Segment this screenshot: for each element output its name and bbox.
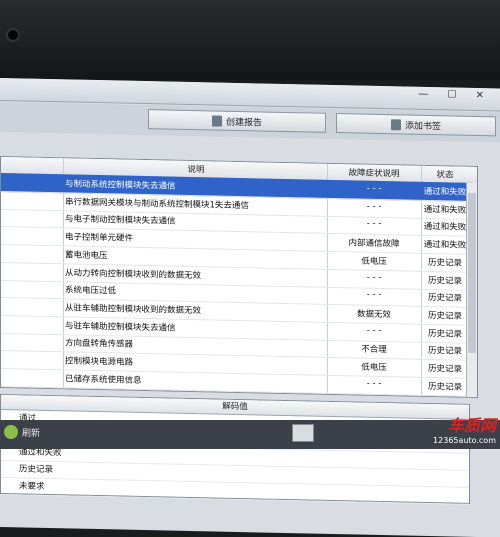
cell-status: 历史记录 <box>427 310 462 322</box>
cell-symptom: - - - <box>366 201 382 212</box>
col-status-header[interactable]: 状态 <box>421 168 469 181</box>
webcam <box>6 28 20 42</box>
cell-symptom: - - - <box>366 272 382 283</box>
cell-desc: 已储存系统使用信息 <box>65 374 142 386</box>
cell-symptom: - - - <box>366 183 382 194</box>
cell-status: 历史记录 <box>427 293 462 304</box>
watermark-url: 12365auto.com <box>433 436 496 445</box>
cell-status: 通过和失败 <box>423 222 467 234</box>
cell-symptom: - - - <box>366 289 382 301</box>
vertical-scrollbar[interactable] <box>466 182 477 397</box>
cell-symptom: 低电压 <box>361 256 387 267</box>
cell-status: 历史记录 <box>427 328 462 340</box>
cell-status: 历史记录 <box>427 381 462 393</box>
cell-status: 通过和失败 <box>423 204 467 216</box>
add-bookmark-button[interactable]: 添加书签 <box>336 113 496 137</box>
monitor-bezel <box>0 0 500 80</box>
cell-symptom: 不合理 <box>361 344 387 356</box>
window-controls[interactable]: — ☐ ✕ <box>418 89 492 102</box>
screen: — ☐ ✕ 创建报告 添加书签 说明 故障症状说明 状态 与制动系统控制模块失去… <box>0 78 500 537</box>
cell-symptom: 数据无效 <box>356 309 391 321</box>
bookmark-icon <box>390 118 401 130</box>
report-icon <box>211 114 222 127</box>
refresh-icon <box>4 425 18 439</box>
grid-icon[interactable] <box>292 424 314 442</box>
cell-status: 通过和失败 <box>423 186 467 198</box>
cell-symptom: 低电压 <box>361 362 387 374</box>
cell-status: 历史记录 <box>427 275 462 287</box>
cell-symptom: - - - <box>366 325 382 336</box>
scrollbar-thumb[interactable] <box>468 192 476 353</box>
add-bookmark-label: 添加书签 <box>404 120 441 132</box>
watermark-brand: 车质网 <box>447 416 496 435</box>
cell-status: 历史记录 <box>427 346 462 357</box>
watermark-logo: 车质网 12365auto.com <box>433 412 496 445</box>
refresh-label: 刷新 <box>22 428 41 439</box>
create-report-label: 创建报告 <box>225 117 262 128</box>
cell-symptom: - - - <box>366 378 382 389</box>
bottom-bar: 刷新 车质网 12365auto.com <box>0 416 500 449</box>
cell-status: 通过和失败 <box>423 239 467 251</box>
create-report-button[interactable]: 创建报告 <box>148 109 326 133</box>
cell-status: 历史记录 <box>427 363 462 375</box>
refresh-button[interactable]: 刷新 <box>4 425 40 439</box>
cell-symptom: - - - <box>366 219 382 230</box>
cell-symptom: 内部通信故障 <box>348 238 400 250</box>
col-symptom-header[interactable]: 故障症状说明 <box>327 166 421 180</box>
cell-status: 历史记录 <box>427 257 462 269</box>
